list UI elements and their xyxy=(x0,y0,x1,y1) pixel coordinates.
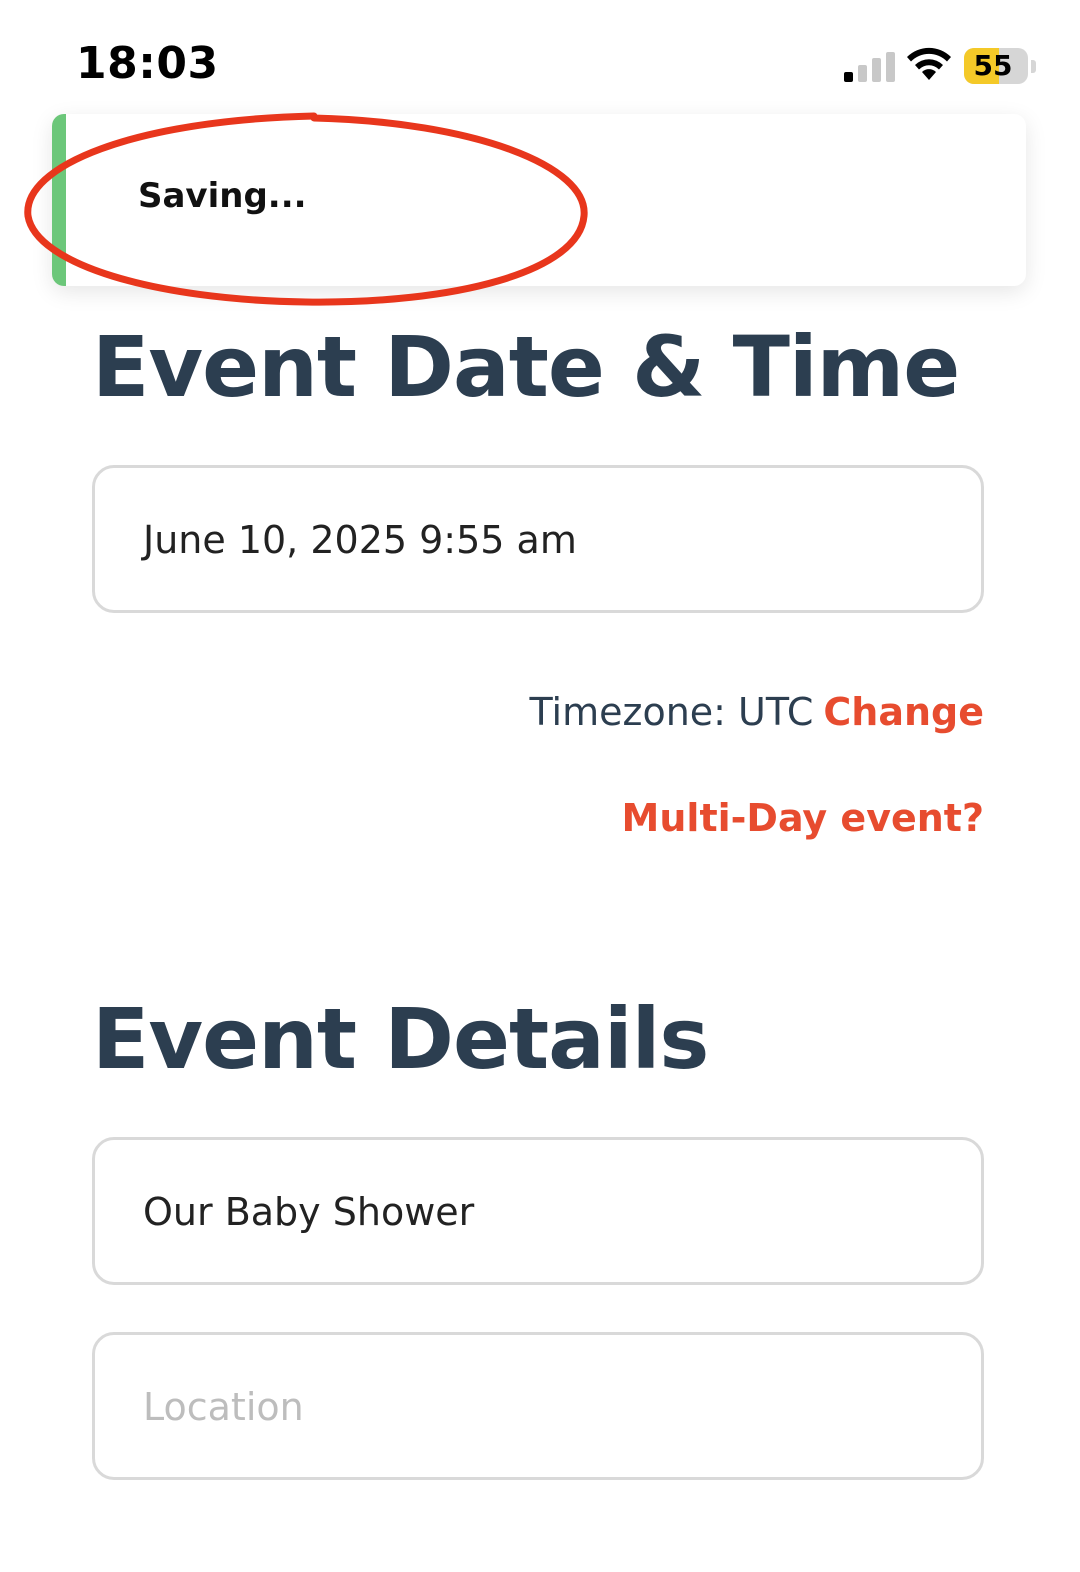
event-edit-screen: 18:03 55 Saving... Event Date & Time Jun… xyxy=(0,0,1080,1572)
status-time: 18:03 xyxy=(76,38,219,89)
timezone-change-link[interactable]: Change xyxy=(823,690,984,734)
saving-toast: Saving... xyxy=(52,114,1026,286)
event-date-input[interactable]: June 10, 2025 9:55 am xyxy=(92,465,984,613)
timezone-label: Timezone: UTC xyxy=(529,690,814,734)
timezone-row: Timezone: UTC Change xyxy=(530,690,984,734)
event-name-input[interactable]: Our Baby Shower xyxy=(92,1137,984,1285)
battery-tip xyxy=(1031,60,1036,73)
signal-bar-3 xyxy=(872,58,881,82)
event-name-value: Our Baby Shower xyxy=(143,1190,475,1234)
event-details-heading: Event Details xyxy=(92,990,709,1088)
signal-bar-2 xyxy=(858,65,867,82)
location-placeholder: Location xyxy=(143,1385,304,1429)
signal-bar-1 xyxy=(844,72,853,82)
cellular-signal-icon xyxy=(844,52,895,82)
multi-day-event-link[interactable]: Multi-Day event? xyxy=(622,796,984,840)
battery-icon: 55 xyxy=(964,48,1028,84)
location-input[interactable]: Location xyxy=(92,1332,984,1480)
toast-message: Saving... xyxy=(138,176,307,216)
signal-bar-4 xyxy=(886,52,895,82)
event-date-value: June 10, 2025 9:55 am xyxy=(143,518,577,562)
wifi-icon xyxy=(907,47,951,80)
battery-level: 55 xyxy=(973,49,1013,82)
event-date-heading: Event Date & Time xyxy=(92,318,960,416)
